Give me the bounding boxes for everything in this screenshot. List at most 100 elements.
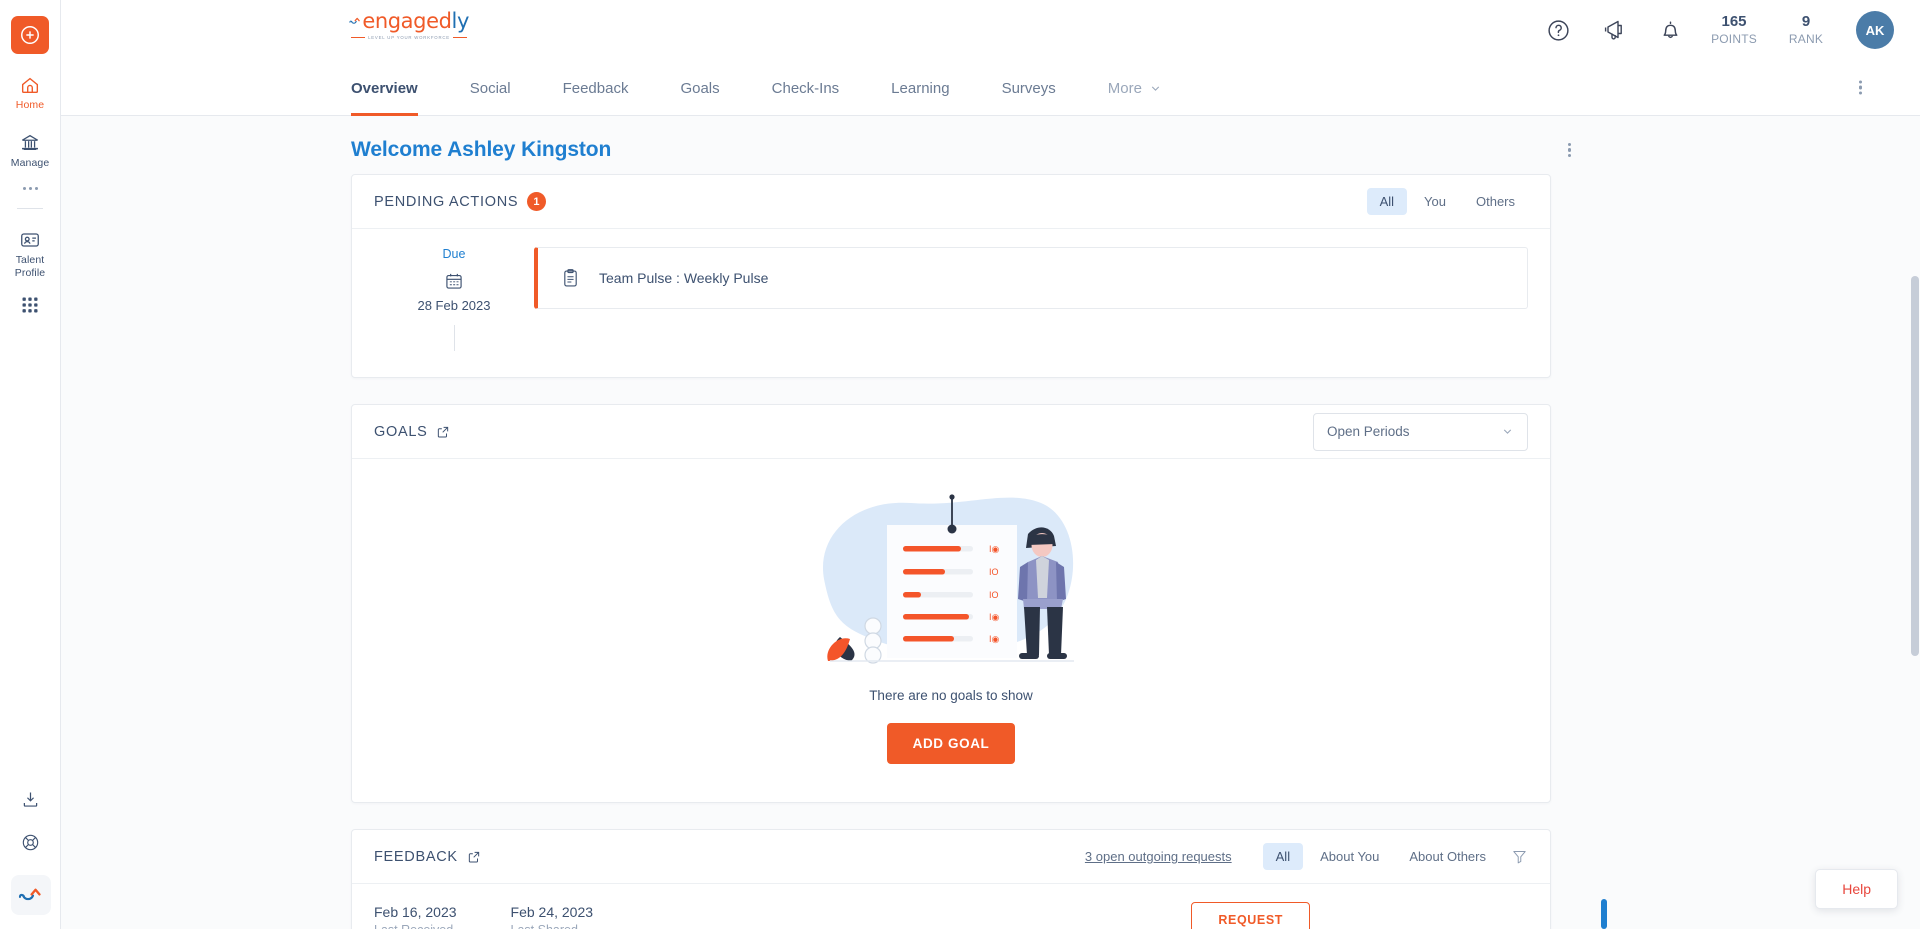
add-goal-button[interactable]: ADD GOAL bbox=[886, 723, 1016, 764]
brand-name-part2: ly bbox=[451, 9, 470, 33]
overview-page: Welcome Ashley Kingston PENDING ACTIONS … bbox=[61, 116, 1920, 929]
vertical-scrollbar-thumb[interactable] bbox=[1911, 276, 1919, 656]
megaphone-icon bbox=[1604, 20, 1622, 40]
calendar-icon bbox=[446, 273, 462, 289]
help-circle-icon bbox=[1547, 19, 1569, 41]
goals-period-select[interactable]: Open Periods bbox=[1313, 412, 1528, 451]
pending-action-title: Team Pulse : Weekly Pulse bbox=[599, 270, 769, 286]
no-goals-illustration: I◉ IO IO I◉ I◉ bbox=[822, 494, 1074, 664]
last-shared-date: Feb 24, 2023 bbox=[510, 903, 594, 920]
rank-value: 9 bbox=[1801, 13, 1811, 30]
pending-actions-body: Due 28 Feb 2023 Team Pulse : Weekly Puls… bbox=[352, 229, 1550, 377]
feedback-filter-all[interactable]: All bbox=[1262, 843, 1304, 870]
id-card-icon bbox=[21, 233, 39, 247]
tab-surveys-label: Surveys bbox=[1001, 79, 1056, 97]
dot bbox=[22, 187, 26, 190]
sidebar-item-manage[interactable]: Manage bbox=[0, 132, 61, 170]
welcome-row: Welcome Ashley Kingston bbox=[61, 116, 1920, 174]
tab-learning[interactable]: Learning bbox=[891, 60, 949, 116]
page-overflow-menu[interactable] bbox=[1567, 141, 1571, 160]
open-outgoing-requests-link[interactable]: 3 open outgoing requests bbox=[1072, 843, 1245, 870]
sidebar-item-talent-profile[interactable]: Talent Profile bbox=[0, 229, 61, 279]
svg-text:I◉: I◉ bbox=[989, 544, 1000, 554]
goals-period-value: Open Periods bbox=[1327, 424, 1410, 439]
feedback-filter-about-others[interactable]: About Others bbox=[1396, 843, 1499, 870]
notifications-button[interactable] bbox=[1642, 18, 1698, 43]
tab-learning-label: Learning bbox=[891, 79, 950, 97]
dot bbox=[1567, 142, 1571, 147]
pending-actions-filter-group: All You Others bbox=[1366, 188, 1528, 215]
svg-text:IO: IO bbox=[989, 567, 999, 577]
dot bbox=[34, 187, 38, 190]
download-icon[interactable] bbox=[20, 789, 41, 810]
external-link-icon[interactable] bbox=[467, 850, 481, 864]
svg-text:IO: IO bbox=[989, 590, 999, 600]
pending-actions-title: PENDING ACTIONS bbox=[374, 193, 519, 210]
engagedly-mark-icon bbox=[349, 17, 360, 24]
external-link-icon[interactable] bbox=[436, 425, 450, 439]
dot bbox=[1567, 153, 1571, 158]
help-button[interactable] bbox=[1530, 18, 1586, 43]
pending-actions-count-badge: 1 bbox=[527, 192, 547, 211]
engagedly-logo[interactable]: engagedly LEVEL UP YOUR WORKFORCE bbox=[349, 9, 469, 40]
points-stat[interactable]: 165 POINTS bbox=[1698, 13, 1770, 47]
funnel-icon[interactable] bbox=[1511, 848, 1528, 865]
tagline-text: LEVEL UP YOUR WORKFORCE bbox=[368, 35, 450, 40]
add-button[interactable] bbox=[11, 16, 49, 54]
pending-action-item[interactable]: Team Pulse : Weekly Pulse bbox=[534, 247, 1528, 309]
goals-title-group: GOALS bbox=[374, 424, 450, 440]
left-sidebar: Home Manage Talent Profile bbox=[0, 0, 61, 929]
tab-more[interactable]: More bbox=[1108, 60, 1162, 116]
timeline-tail bbox=[453, 325, 455, 351]
pending-action-due-column: Due 28 Feb 2023 bbox=[374, 247, 534, 351]
main-content: Welcome Ashley Kingston PENDING ACTIONS … bbox=[61, 116, 1920, 929]
dot bbox=[1858, 80, 1862, 84]
chevron-down-icon bbox=[1151, 85, 1160, 91]
vertical-scrollbar[interactable] bbox=[1910, 116, 1920, 929]
goals-header: GOALS Open Periods bbox=[352, 405, 1550, 459]
engagedly-mark-icon bbox=[18, 888, 41, 901]
tab-goals[interactable]: Goals bbox=[680, 60, 719, 116]
filter-others[interactable]: Others bbox=[1463, 188, 1528, 215]
rank-stat[interactable]: 9 RANK bbox=[1770, 13, 1842, 47]
goals-title: GOALS bbox=[374, 423, 428, 440]
feedback-header: FEEDBACK 3 open outgoing requests All Ab… bbox=[352, 830, 1550, 884]
tab-social[interactable]: Social bbox=[470, 60, 511, 116]
sidebar-item-apps[interactable] bbox=[0, 295, 61, 315]
last-received-date: Feb 16, 2023 bbox=[374, 903, 457, 920]
sidebar-item-home[interactable]: Home bbox=[0, 74, 61, 112]
talent-line2: Profile bbox=[14, 266, 46, 279]
filter-all[interactable]: All bbox=[1366, 188, 1408, 215]
feedback-filter-about-you[interactable]: About You bbox=[1307, 843, 1392, 870]
feedback-summary-row: Feb 16, 2023 Last Received Feb 24, 2023 … bbox=[352, 884, 1550, 929]
filter-you[interactable]: You bbox=[1411, 188, 1459, 215]
announcements-button[interactable] bbox=[1586, 17, 1642, 43]
tab-overview[interactable]: Overview bbox=[351, 60, 418, 116]
request-feedback-button[interactable]: REQUEST bbox=[1191, 902, 1310, 929]
avatar[interactable]: AK bbox=[1856, 11, 1894, 49]
help-widget-button[interactable]: Help bbox=[1815, 869, 1898, 909]
tab-check-ins-label: Check-Ins bbox=[771, 79, 840, 97]
tab-check-ins[interactable]: Check-Ins bbox=[772, 60, 840, 116]
page-title: Welcome Ashley Kingston bbox=[351, 138, 612, 161]
bank-icon bbox=[21, 134, 39, 150]
rank-label: RANK bbox=[1788, 32, 1824, 46]
talent-line1: Talent bbox=[15, 254, 45, 266]
clipboard-icon bbox=[564, 268, 577, 287]
grid-apps-icon bbox=[22, 297, 38, 313]
svg-text:I◉: I◉ bbox=[989, 634, 1000, 644]
engagedly-mark-button[interactable] bbox=[10, 875, 51, 915]
tab-feedback[interactable]: Feedback bbox=[563, 60, 629, 116]
sidebar-bottom-group bbox=[0, 789, 61, 915]
sidebar-more-ellipsis[interactable] bbox=[22, 187, 38, 190]
tab-surveys[interactable]: Surveys bbox=[1002, 60, 1056, 116]
lifebuoy-icon[interactable] bbox=[20, 832, 41, 853]
bell-icon bbox=[1663, 20, 1677, 38]
horizontal-scrollbar-thumb[interactable] bbox=[1601, 899, 1607, 929]
last-received-caption: Last Received bbox=[374, 923, 457, 929]
brand-wordmark: engagedly bbox=[362, 10, 469, 32]
tabs-overflow-menu[interactable] bbox=[1858, 78, 1862, 97]
dot bbox=[1567, 148, 1571, 152]
goals-card: GOALS Open Periods I◉ IO IO I◉ I◉ There … bbox=[351, 404, 1551, 803]
tagline-dash-right bbox=[452, 37, 467, 38]
